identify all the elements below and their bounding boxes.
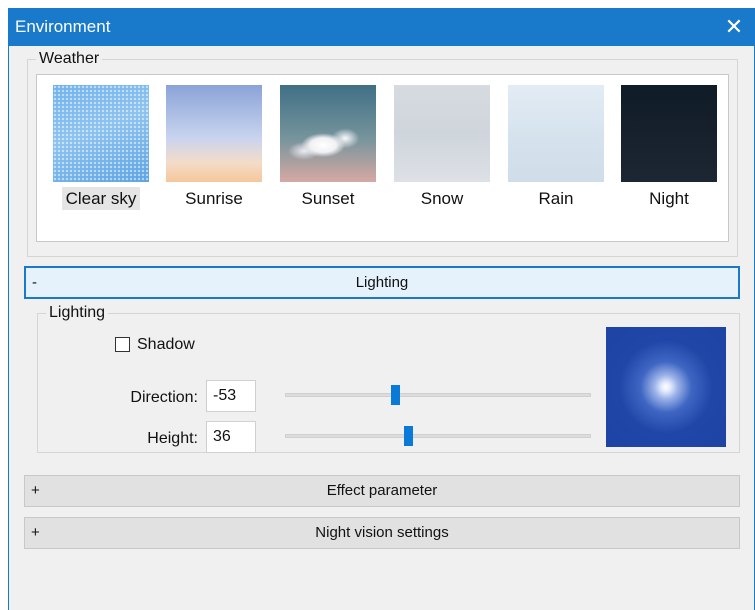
window-title: Environment xyxy=(15,17,111,36)
shadow-label: Shadow xyxy=(137,336,195,353)
night-vision-title: Night vision settings xyxy=(315,524,449,541)
clear-sky-thumbnail xyxy=(53,85,149,182)
effect-parameter-section-header[interactable]: + Effect parameter xyxy=(24,475,740,507)
weather-group-title: Weather xyxy=(36,50,103,68)
weather-item-clear-sky[interactable]: Clear sky xyxy=(43,75,153,215)
close-button[interactable]: ✕ xyxy=(714,8,754,46)
direction-slider[interactable] xyxy=(285,385,591,405)
lighting-group-title: Lighting xyxy=(46,304,109,322)
effect-parameter-title: Effect parameter xyxy=(326,482,438,499)
direction-label: Direction: xyxy=(130,389,198,406)
weather-item-night[interactable]: Night xyxy=(611,75,721,215)
rain-thumbnail xyxy=(508,85,604,182)
title-bar: Environment ✕ xyxy=(9,8,754,46)
weather-item-snow[interactable]: Snow xyxy=(384,75,494,215)
height-label: Height: xyxy=(147,430,198,447)
height-input[interactable]: 36 xyxy=(206,421,256,453)
night-thumbnail xyxy=(621,85,717,182)
weather-label-night: Night xyxy=(649,189,689,208)
weather-label-sunset: Sunset xyxy=(301,189,355,208)
light-direction-preview[interactable] xyxy=(606,327,726,447)
sunset-thumbnail xyxy=(280,85,376,182)
weather-label-rain: Rain xyxy=(538,189,574,208)
weather-label-clear-sky: Clear sky xyxy=(61,187,141,210)
weather-item-sunrise[interactable]: Sunrise xyxy=(156,75,266,215)
weather-group: Weather Clear sky Sunrise Sunset Snow Ra… xyxy=(27,50,738,257)
sunrise-thumbnail xyxy=(166,85,262,182)
lighting-section-header[interactable]: - Lighting xyxy=(24,266,740,299)
lighting-section-title: Lighting xyxy=(355,274,409,291)
direction-input[interactable]: -53 xyxy=(206,380,256,412)
night-vision-section-header[interactable]: + Night vision settings xyxy=(24,517,740,549)
weather-item-sunset[interactable]: Sunset xyxy=(270,75,380,215)
weather-item-rain[interactable]: Rain xyxy=(498,75,608,215)
direction-slider-thumb[interactable] xyxy=(391,385,400,405)
shadow-checkbox[interactable] xyxy=(115,337,130,352)
height-slider-thumb[interactable] xyxy=(404,426,413,446)
snow-thumbnail xyxy=(394,85,490,182)
weather-list: Clear sky Sunrise Sunset Snow Rain Night xyxy=(36,74,729,242)
lighting-group: Lighting Shadow Direction: -53 Height: 3… xyxy=(37,304,740,453)
weather-label-sunrise: Sunrise xyxy=(185,189,243,208)
height-slider[interactable] xyxy=(285,426,591,446)
weather-label-snow: Snow xyxy=(420,189,464,208)
